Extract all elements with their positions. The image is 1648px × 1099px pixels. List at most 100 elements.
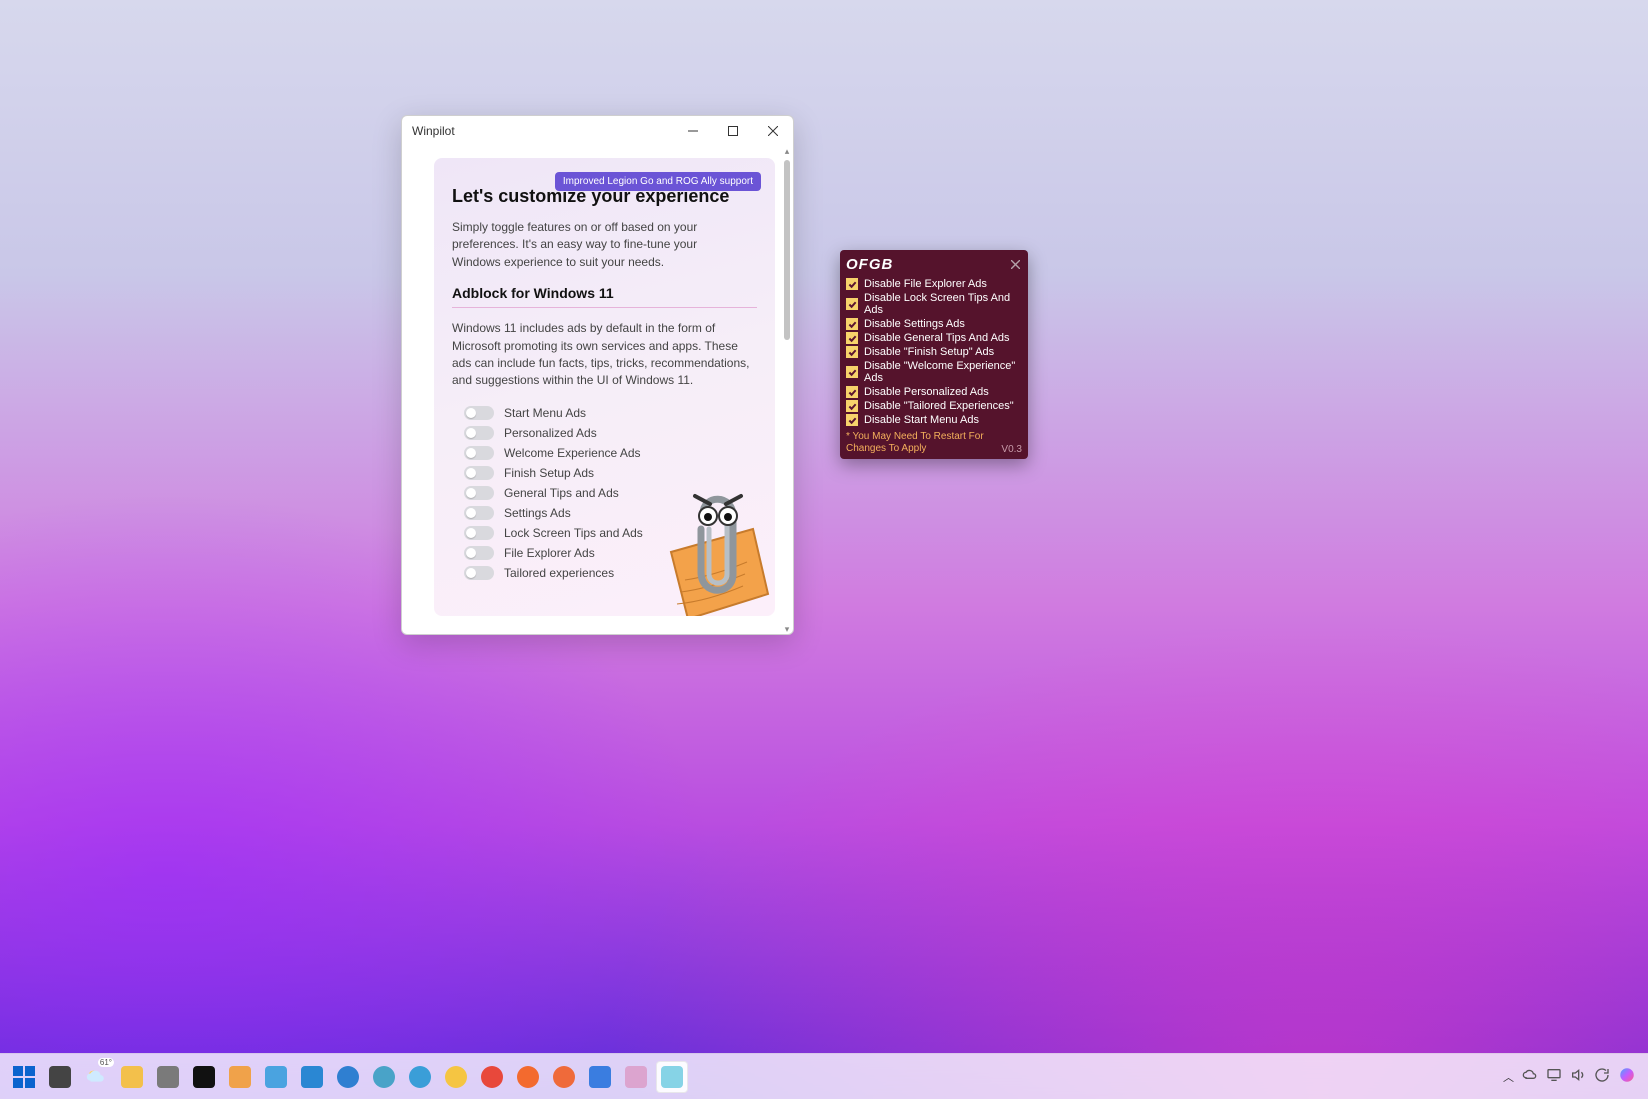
weather-temp: 61°: [98, 1058, 114, 1067]
ofgb-item: Disable Personalized Ads: [846, 385, 1022, 399]
taskbar-icon-weather[interactable]: 61°: [80, 1061, 112, 1093]
winpilot-body: Improved Legion Go and ROG Ally support …: [402, 146, 793, 634]
checkbox[interactable]: [846, 298, 858, 310]
ofgb-close-button[interactable]: [1008, 258, 1022, 272]
taskbar-icon-settings[interactable]: [152, 1061, 184, 1093]
checkbox[interactable]: [846, 366, 858, 378]
ofgb-item: Disable Settings Ads: [846, 317, 1022, 331]
ofgb-item-label: Disable Personalized Ads: [864, 386, 989, 398]
taskbar-icon-phone-link[interactable]: [260, 1061, 292, 1093]
toggle-row: Personalized Ads: [464, 424, 757, 442]
taskbar-icon-microsoft-store[interactable]: [296, 1061, 328, 1093]
toggle-switch[interactable]: [464, 566, 494, 580]
checkbox[interactable]: [846, 332, 858, 344]
taskbar: 61° ︿: [0, 1053, 1648, 1099]
taskbar-icon-brave[interactable]: [548, 1061, 580, 1093]
copilot-tray-icon[interactable]: [1618, 1066, 1636, 1087]
display-tray-icon[interactable]: [1546, 1067, 1562, 1086]
windows-update-tray-icon[interactable]: [1594, 1067, 1610, 1086]
toggle-switch[interactable]: [464, 546, 494, 560]
taskbar-pinned-apps: 61°: [8, 1061, 688, 1093]
ofgb-restart-notice: * You May Need To Restart For Changes To…: [846, 431, 1022, 455]
toggle-switch[interactable]: [464, 506, 494, 520]
ofgb-item-label: Disable Start Menu Ads: [864, 414, 979, 426]
ofgb-item: Disable General Tips And Ads: [846, 331, 1022, 345]
ofgb-checkbox-list: Disable File Explorer AdsDisable Lock Sc…: [846, 277, 1022, 427]
ofgb-titlebar[interactable]: OFGB: [846, 256, 1022, 273]
toggle-label: Welcome Experience Ads: [504, 446, 641, 460]
ofgb-item-label: Disable Lock Screen Tips And Ads: [864, 292, 1022, 316]
toggle-switch[interactable]: [464, 466, 494, 480]
taskbar-icon-task-view[interactable]: [44, 1061, 76, 1093]
customize-panel: Improved Legion Go and ROG Ally support …: [434, 158, 775, 616]
toggle-label: File Explorer Ads: [504, 546, 595, 560]
ofgb-item: Disable Start Menu Ads: [846, 413, 1022, 427]
panel-intro: Simply toggle features on or off based o…: [452, 219, 712, 271]
ofgb-item: Disable "Welcome Experience" Ads: [846, 359, 1022, 385]
taskbar-icon-firefox[interactable]: [512, 1061, 544, 1093]
onedrive-icon[interactable]: [1522, 1067, 1538, 1086]
toggle-switch[interactable]: [464, 526, 494, 540]
ofgb-item-label: Disable "Welcome Experience" Ads: [864, 360, 1022, 384]
ofgb-item: Disable File Explorer Ads: [846, 277, 1022, 291]
taskbar-icon-powershell[interactable]: [224, 1061, 256, 1093]
scroll-down-button[interactable]: ▾: [783, 624, 791, 634]
ofgb-logo: OFGB: [846, 256, 893, 273]
toggle-row: Welcome Experience Ads: [464, 444, 757, 462]
sound-tray-icon[interactable]: [1570, 1067, 1586, 1086]
toggle-label: Start Menu Ads: [504, 406, 586, 420]
taskbar-icon-chrome[interactable]: [476, 1061, 508, 1093]
taskbar-icon-edge-beta[interactable]: [368, 1061, 400, 1093]
ofgb-item-label: Disable "Finish Setup" Ads: [864, 346, 994, 358]
toggle-label: Lock Screen Tips and Ads: [504, 526, 643, 540]
winpilot-titlebar[interactable]: Winpilot: [402, 116, 793, 146]
checkbox[interactable]: [846, 318, 858, 330]
taskbar-icon-ofgb[interactable]: [656, 1061, 688, 1093]
checkbox[interactable]: [846, 386, 858, 398]
section-title: Adblock for Windows 11: [452, 285, 757, 301]
winpilot-title: Winpilot: [412, 124, 673, 138]
scrollbar[interactable]: ▴ ▾: [783, 146, 791, 634]
clippy-illustration: [633, 474, 775, 616]
ofgb-item: Disable "Tailored Experiences": [846, 399, 1022, 413]
section-divider: [452, 307, 757, 308]
toggle-switch[interactable]: [464, 406, 494, 420]
taskbar-icon-winpilot[interactable]: [620, 1061, 652, 1093]
checkbox[interactable]: [846, 346, 858, 358]
minimize-button[interactable]: [673, 116, 713, 146]
checkbox[interactable]: [846, 414, 858, 426]
taskbar-icon-start[interactable]: [8, 1061, 40, 1093]
feature-badge: Improved Legion Go and ROG Ally support: [555, 172, 761, 191]
checkbox[interactable]: [846, 400, 858, 412]
toggle-switch[interactable]: [464, 426, 494, 440]
ofgb-item-label: Disable General Tips And Ads: [864, 332, 1010, 344]
taskbar-icon-edge[interactable]: [332, 1061, 364, 1093]
section-description: Windows 11 includes ads by default in th…: [452, 320, 757, 390]
tray-overflow-chevron[interactable]: ︿: [1503, 1069, 1514, 1085]
ofgb-item-label: Disable Settings Ads: [864, 318, 965, 330]
toggle-label: Personalized Ads: [504, 426, 597, 440]
taskbar-icon-file-explorer[interactable]: [116, 1061, 148, 1093]
ofgb-item: Disable "Finish Setup" Ads: [846, 345, 1022, 359]
toggle-row: Start Menu Ads: [464, 404, 757, 422]
toggle-label: Tailored experiences: [504, 566, 614, 580]
close-button[interactable]: [753, 116, 793, 146]
ofgb-version: V0.3: [1001, 444, 1022, 455]
checkbox[interactable]: [846, 278, 858, 290]
toggle-label: Finish Setup Ads: [504, 466, 594, 480]
maximize-button[interactable]: [713, 116, 753, 146]
ofgb-item: Disable Lock Screen Tips And Ads: [846, 291, 1022, 317]
scroll-up-button[interactable]: ▴: [783, 146, 791, 156]
taskbar-icon-chrome-canary[interactable]: [440, 1061, 472, 1093]
taskbar-icon-terminal[interactable]: [188, 1061, 220, 1093]
toggle-switch[interactable]: [464, 486, 494, 500]
window-controls: [673, 116, 793, 146]
ofgb-window: OFGB Disable File Explorer AdsDisable Lo…: [840, 250, 1028, 459]
winpilot-window: Winpilot Improved Legion Go and ROG Ally…: [401, 115, 794, 635]
toggle-label: General Tips and Ads: [504, 486, 619, 500]
system-tray: ︿: [1503, 1066, 1640, 1087]
scroll-thumb[interactable]: [784, 160, 790, 340]
toggle-switch[interactable]: [464, 446, 494, 460]
taskbar-icon-sysinternals[interactable]: [584, 1061, 616, 1093]
taskbar-icon-edge-dev[interactable]: [404, 1061, 436, 1093]
